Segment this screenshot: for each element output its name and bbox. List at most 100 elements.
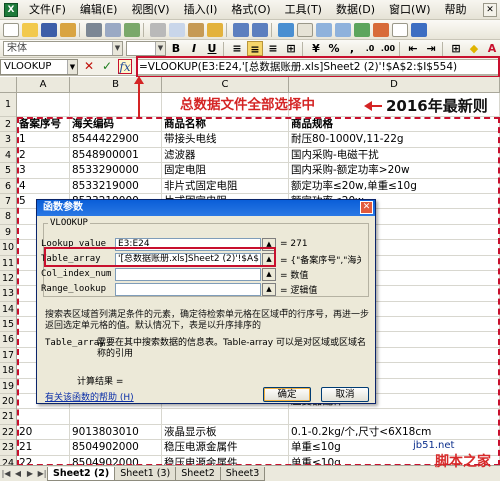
print-preview-icon[interactable]: [105, 22, 121, 37]
currency-icon[interactable]: ¥: [308, 41, 324, 56]
spell-check-icon[interactable]: [124, 22, 140, 37]
row-header[interactable]: 16: [0, 332, 16, 348]
cell-a[interactable]: 2: [17, 147, 70, 163]
cell-a[interactable]: 备案序号: [17, 117, 70, 132]
cell-c[interactable]: 固定电阻: [162, 163, 289, 178]
ok-button[interactable]: 确定: [263, 387, 311, 402]
align-right-icon[interactable]: ≡: [265, 41, 281, 56]
percent-icon[interactable]: %: [326, 41, 342, 56]
row-header[interactable]: 1: [0, 93, 16, 117]
sort-descending-icon[interactable]: [335, 22, 351, 37]
col-index-num-input[interactable]: [115, 267, 261, 281]
cell-c[interactable]: 液晶显示板: [162, 424, 289, 440]
excel-app-icon[interactable]: X: [4, 2, 18, 17]
row-header[interactable]: 15: [0, 317, 16, 333]
row-header[interactable]: 5: [0, 163, 16, 179]
row-header[interactable]: 14: [0, 302, 16, 318]
cell-d[interactable]: 商品规格: [289, 117, 500, 132]
decrease-decimal-icon[interactable]: .00: [380, 41, 396, 56]
cell-c[interactable]: 带接头电线: [162, 132, 289, 147]
cell-b[interactable]: 8533219000: [70, 178, 162, 193]
increase-indent-icon[interactable]: ⇥: [423, 41, 439, 56]
cell-b[interactable]: 海关编码: [70, 117, 162, 132]
prev-sheet-icon[interactable]: ◀: [12, 469, 24, 478]
menu-edit[interactable]: 编辑(E): [73, 0, 125, 20]
menu-window[interactable]: 窗口(W): [382, 0, 437, 20]
font-size-select[interactable]: ▼: [126, 41, 166, 56]
chart-wizard-icon[interactable]: [354, 22, 370, 37]
row-header[interactable]: 9: [0, 225, 16, 241]
sort-ascending-icon[interactable]: [316, 22, 332, 37]
font-color-icon[interactable]: A: [484, 41, 500, 56]
cell-d[interactable]: 国内采购-电磁干扰: [289, 147, 500, 163]
tab-sheet3[interactable]: Sheet3: [219, 466, 266, 481]
row-header[interactable]: 17: [0, 348, 16, 364]
collapse-dialog-icon[interactable]: ▲: [262, 282, 276, 296]
cell-c[interactable]: 商品名称: [162, 117, 289, 132]
row-header[interactable]: 2: [0, 117, 16, 133]
cell-b[interactable]: 8504902000: [70, 440, 162, 455]
dialog-title-bar[interactable]: 函数参数 ✕: [37, 200, 375, 216]
row-header[interactable]: 19: [0, 379, 16, 395]
select-all-corner[interactable]: [0, 77, 17, 92]
cell-a[interactable]: 3: [17, 163, 70, 178]
cell-c[interactable]: [162, 409, 289, 424]
cancel-button[interactable]: 取消: [321, 387, 369, 402]
cell-a[interactable]: 21: [17, 440, 70, 455]
row-header[interactable]: 4: [0, 148, 16, 164]
row-header[interactable]: 18: [0, 363, 16, 379]
cell-d[interactable]: 国内采购-额定功率>20w: [289, 163, 500, 178]
cell-b[interactable]: [70, 409, 162, 424]
cell-b[interactable]: 8548900001: [70, 147, 162, 163]
cell-c[interactable]: 稳压电源金属件: [162, 440, 289, 455]
align-left-icon[interactable]: ≡: [229, 41, 245, 56]
window-close-icon[interactable]: ✕: [483, 2, 497, 17]
paste-icon[interactable]: [188, 22, 204, 37]
new-file-icon[interactable]: [3, 22, 19, 37]
function-help-link[interactable]: 有关该函数的帮助 (H): [45, 390, 134, 403]
row-header[interactable]: 13: [0, 286, 16, 302]
fill-color-icon[interactable]: ◆: [466, 41, 482, 56]
help-icon[interactable]: [411, 22, 427, 37]
print-icon[interactable]: [86, 22, 102, 37]
tab-sheet2[interactable]: Sheet2: [175, 466, 221, 481]
next-sheet-icon[interactable]: ▶: [24, 469, 36, 478]
cell-d[interactable]: 耐压80-1000V,11-22g: [289, 132, 500, 147]
save-icon[interactable]: [41, 22, 57, 37]
cell-d[interactable]: [289, 409, 500, 424]
cell-a[interactable]: [17, 409, 70, 424]
cell-b[interactable]: 8544422900: [70, 132, 162, 147]
tab-sheet1-3[interactable]: Sheet1 (3): [114, 466, 177, 481]
borders-icon[interactable]: ⊞: [448, 41, 464, 56]
undo-icon[interactable]: [233, 22, 249, 37]
decrease-indent-icon[interactable]: ⇤: [405, 41, 421, 56]
range-lookup-input[interactable]: [115, 282, 261, 296]
row-header[interactable]: 12: [0, 271, 16, 287]
bold-icon[interactable]: B: [168, 41, 184, 56]
row-header[interactable]: 22: [0, 425, 16, 441]
column-header-b[interactable]: B: [70, 77, 162, 92]
menu-format[interactable]: 格式(O): [224, 0, 277, 20]
cell-d[interactable]: 0.1-0.2kg/个,尺寸<6X18cm: [289, 424, 500, 440]
menu-view[interactable]: 视图(V): [124, 0, 176, 20]
cell-c[interactable]: 非片式固定电阻: [162, 178, 289, 193]
autosum-icon[interactable]: [297, 22, 313, 37]
row-header[interactable]: 3: [0, 132, 16, 148]
cell-b[interactable]: 8533290000: [70, 163, 162, 178]
column-header-d[interactable]: D: [289, 77, 500, 92]
hyperlink-icon[interactable]: [278, 22, 294, 37]
zoom-icon[interactable]: [392, 22, 408, 37]
enter-entry-icon[interactable]: ✓: [100, 59, 114, 74]
cell-c[interactable]: 滤波器: [162, 147, 289, 163]
menu-help[interactable]: 帮助: [438, 0, 474, 20]
underline-icon[interactable]: U: [204, 41, 220, 56]
menu-insert[interactable]: 插入(I): [177, 0, 225, 20]
open-folder-icon[interactable]: [22, 22, 38, 37]
name-box[interactable]: VLOOKUP ▼: [0, 58, 78, 75]
menu-file[interactable]: 文件(F): [22, 0, 73, 20]
drawing-icon[interactable]: [373, 22, 389, 37]
cell-b[interactable]: [70, 93, 162, 116]
increase-decimal-icon[interactable]: .0: [362, 41, 378, 56]
first-sheet-icon[interactable]: |◀: [0, 469, 12, 478]
cell-d[interactable]: 额定功率≤20w,单重≤10g: [289, 178, 500, 193]
